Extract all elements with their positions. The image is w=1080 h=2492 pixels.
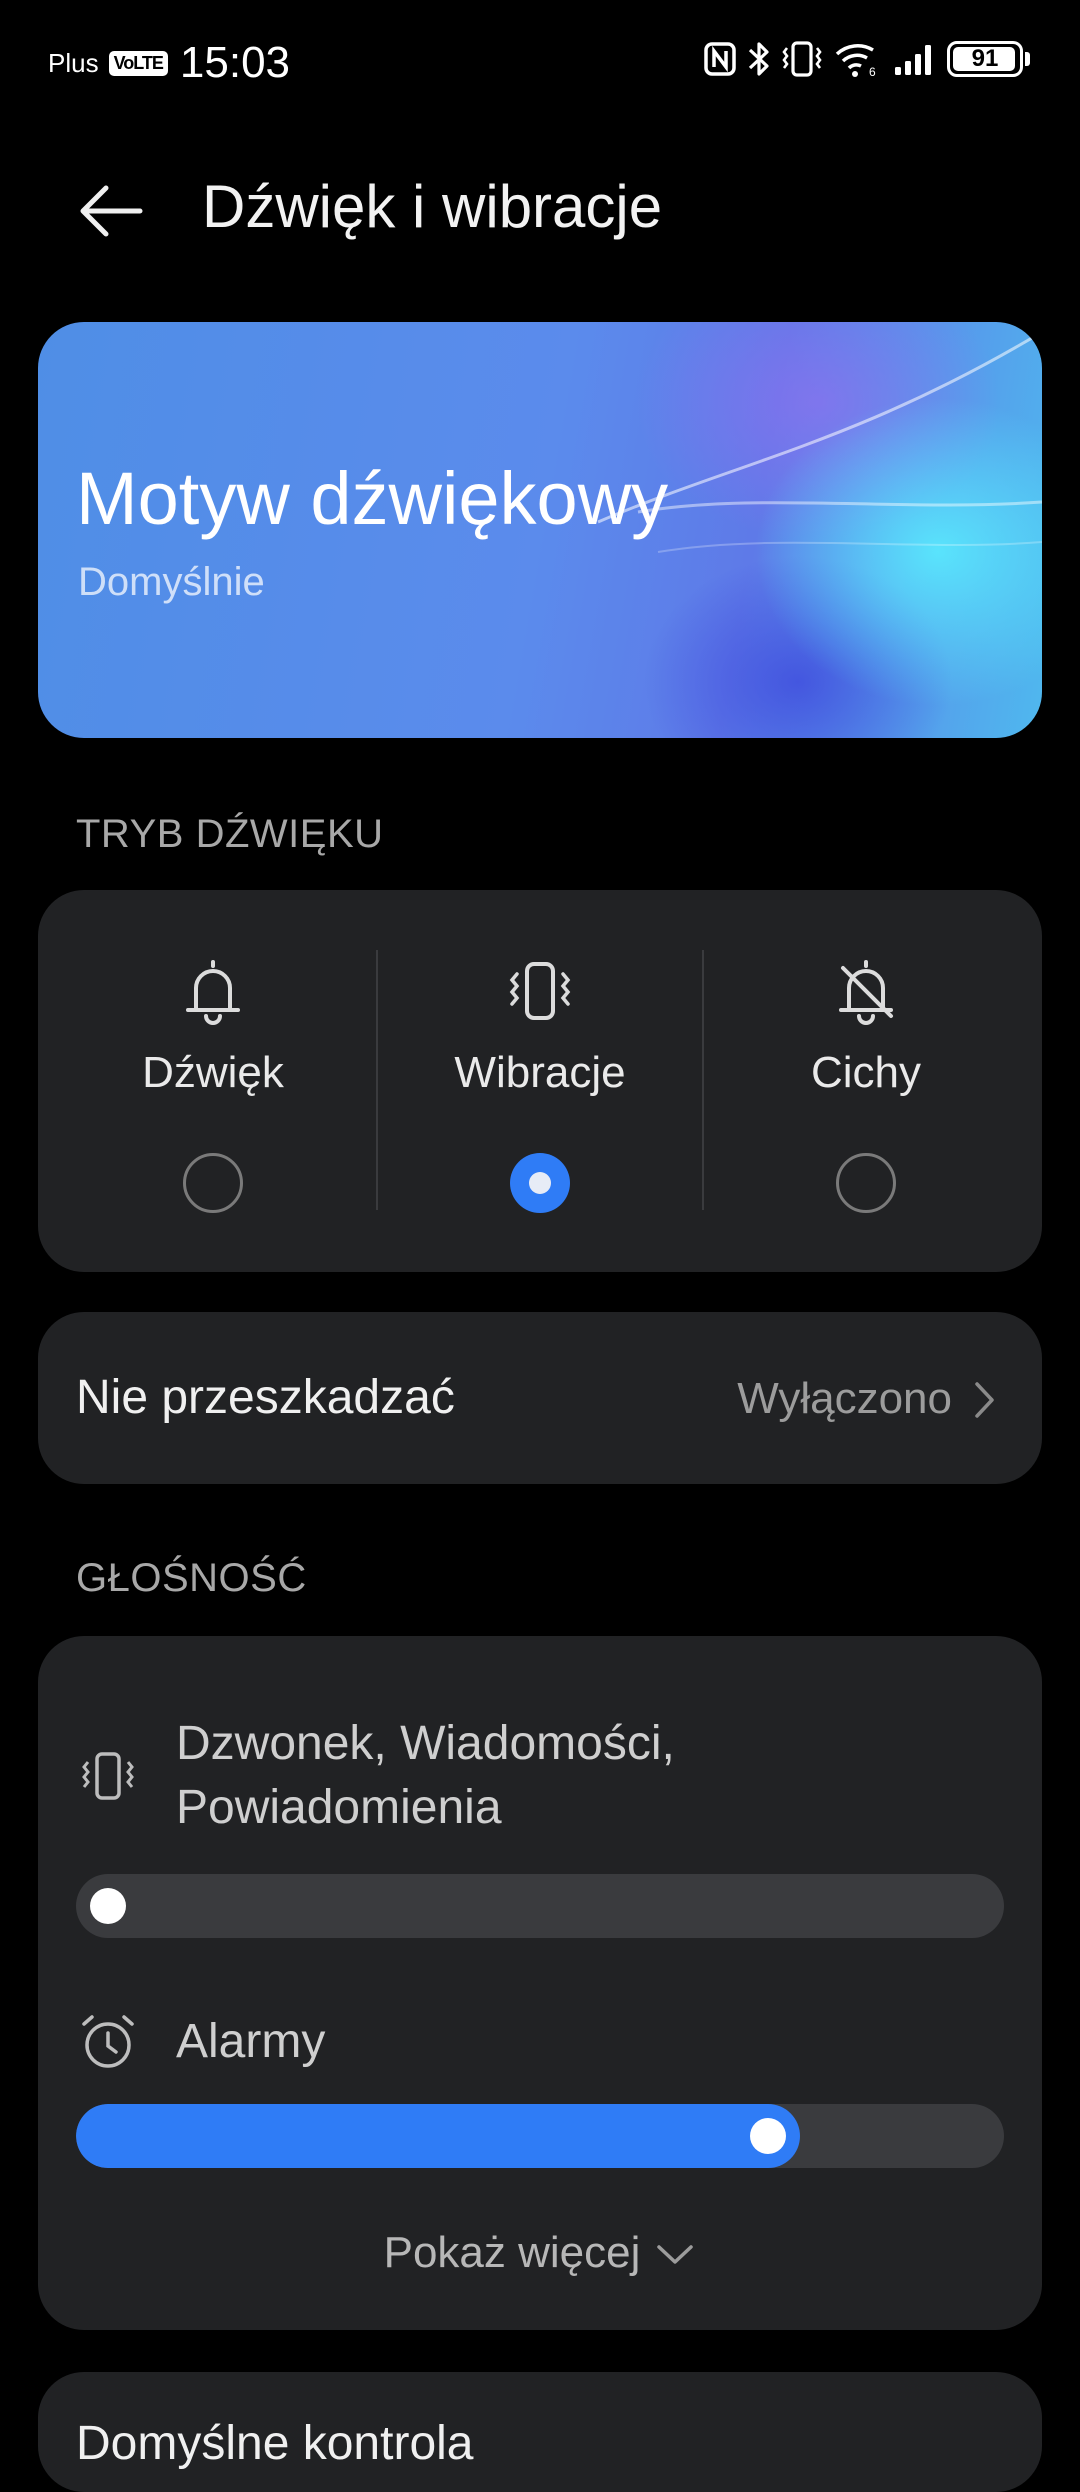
slider-fill [76,2104,800,2168]
radio-sound[interactable] [183,1153,243,1213]
mode-label-silent: Cichy [810,1048,922,1097]
status-time: 15:03 [179,38,291,87]
bell-off-icon [839,960,893,1025]
default-controls-title: Domyślne kontrola [76,2417,474,2470]
chevron-right-icon [975,1382,994,1418]
default-controls-card[interactable]: Domyślne kontrola [38,2372,1042,2492]
vibrate-icon [782,41,822,77]
battery-icon: 91 [947,41,1023,77]
bluetooth-icon [748,42,769,76]
status-bar: Plus VoLTE 15:03 6 91 [0,0,1080,120]
dnd-row[interactable]: Nie przeszkadzać Wyłączono [38,1312,1042,1484]
alarm-volume-slider[interactable] [76,2104,1004,2168]
theme-title: Motyw dźwiękowy [76,457,669,540]
arrow-left-icon[interactable] [76,176,146,246]
mode-option-sound[interactable]: Dźwięk [50,890,376,1270]
mode-label-sound: Dźwięk [142,1048,284,1097]
section-title-sound-mode: TRYB DŹWIĘKU [76,812,384,856]
ringtone-volume-slider[interactable] [76,1874,1004,1938]
volume-card: Dzwonek, Wiadomości, Powiadomienia Alarm… [38,1636,1042,2330]
vibrate-icon [82,1752,134,1800]
ringtone-label: Dzwonek, Wiadomości, [176,1717,675,1770]
radio-vibrate[interactable] [510,1153,570,1213]
bell-icon [186,960,240,1025]
svg-text:6: 6 [869,65,876,78]
chevron-down-icon [657,2245,694,2265]
slider-thumb[interactable] [749,2118,786,2154]
show-more-label: Pokaż więcej [383,2228,641,2277]
mode-option-silent[interactable]: Cichy [703,890,1029,1270]
sound-theme-card[interactable]: Motyw dźwiękowy Domyślnie [38,322,1042,738]
mode-option-vibrate[interactable]: Wibracje [377,890,703,1270]
status-left: Plus VoLTE 15:03 [48,38,290,88]
ringtone-label-line2: Powiadomienia [176,1781,502,1834]
dnd-value: Wyłączono [737,1374,952,1423]
mode-label-vibrate: Wibracje [454,1048,626,1097]
alarm-label: Alarmy [176,2015,326,2068]
signal-icon [895,45,931,75]
radio-silent[interactable] [836,1153,896,1213]
battery-tip [1025,52,1030,66]
volte-badge: VoLTE [108,50,168,76]
slider-thumb[interactable] [90,1888,126,1924]
nfc-icon [704,42,736,76]
wifi-icon: 6 [835,44,876,78]
page-title: Dźwięk i wibracje [202,173,663,240]
carrier-name: Plus [48,47,99,78]
sound-mode-card: Dźwięk Wibracje Cichy [38,890,1042,1272]
theme-subtitle: Domyślnie [78,560,265,604]
vibrate-icon [509,962,571,1020]
alarm-clock-icon [82,2015,134,2068]
battery-level: 91 [971,45,999,72]
dnd-label: Nie przeszkadzać [76,1371,455,1424]
section-title-volume: GŁOŚNOŚĆ [76,1556,307,1600]
status-right: 6 91 [703,40,1030,78]
show-more-button[interactable]: Pokaż więcej [38,2228,1042,2278]
